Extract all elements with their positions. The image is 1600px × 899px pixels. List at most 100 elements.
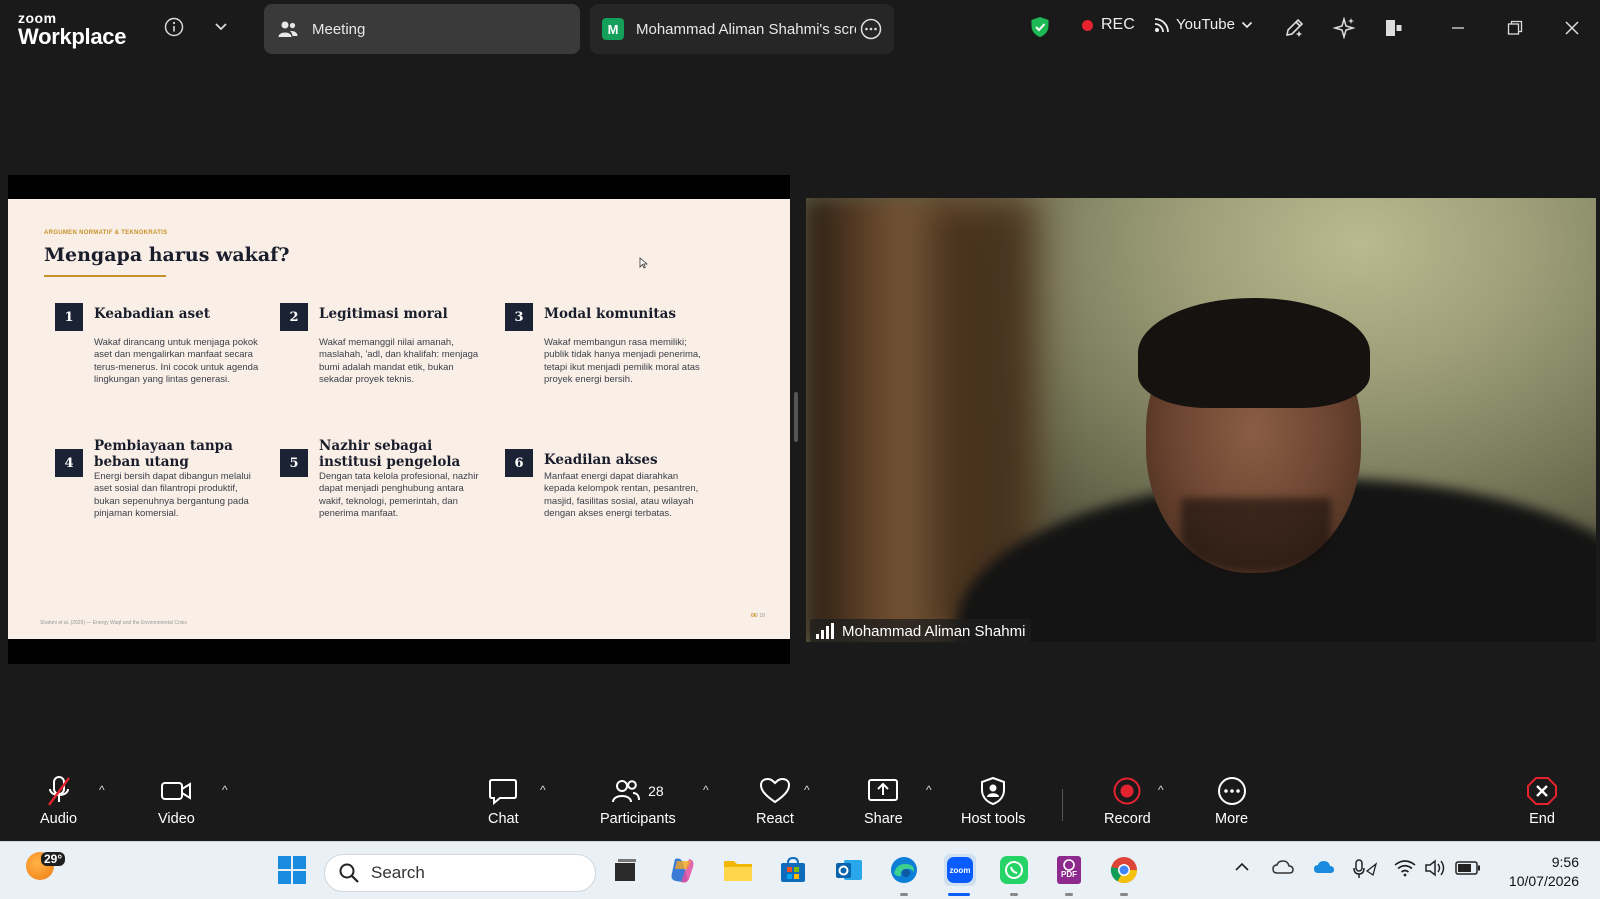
chevron-down-icon[interactable] (208, 14, 234, 40)
search-placeholder: Search (371, 863, 425, 882)
record-options-caret[interactable]: ^ (1158, 783, 1164, 797)
recording-dot-icon (1082, 19, 1093, 31)
broadcast-icon (1154, 17, 1170, 33)
show-hidden-icons-chevron-icon[interactable] (1234, 859, 1250, 880)
video-button[interactable]: Video (158, 775, 195, 827)
audio-button[interactable]: Audio (40, 775, 77, 827)
people-icon (278, 20, 298, 38)
audio-options-caret[interactable]: ^ (99, 783, 105, 797)
slide-footer-citation: Shahmi et al. (2026) — Energy Waqf and t… (40, 620, 187, 626)
video-options-caret[interactable]: ^ (222, 783, 228, 797)
slide-kicker: ARGUMEN NORMATIF & TEKNOKRATIS (44, 230, 168, 236)
wifi-icon[interactable] (1394, 859, 1416, 882)
presentation-slide: ARGUMEN NORMATIF & TEKNOKRATIS Mengapa h… (8, 199, 790, 639)
chat-label: Chat (488, 811, 519, 827)
record-button[interactable]: Record (1104, 775, 1151, 827)
edge-browser-icon[interactable] (888, 854, 920, 886)
microsoft-store-icon[interactable] (777, 854, 809, 886)
running-indicator (1065, 893, 1073, 896)
minimize-icon[interactable] (1444, 14, 1472, 42)
card-number: 6 (505, 449, 533, 477)
record-label: Record (1104, 811, 1151, 827)
recording-indicator[interactable]: REC (1082, 16, 1135, 34)
copilot-icon[interactable] (666, 854, 698, 886)
annotate-pen-icon[interactable] (1280, 14, 1308, 42)
weather-temperature[interactable]: 29° (41, 852, 66, 866)
shared-screen[interactable]: ARGUMEN NORMATIF & TEKNOKRATIS Mengapa h… (8, 175, 790, 664)
zoom-app-icon[interactable]: zoom (944, 854, 976, 886)
pdf-editor-icon[interactable]: PDF (1053, 854, 1085, 886)
share-screen-icon (867, 775, 899, 807)
heart-icon (759, 775, 791, 807)
svg-text:PDF: PDF (1061, 870, 1077, 879)
logo-brand-top: zoom (18, 10, 57, 26)
logo-brand-bottom: Workplace (18, 24, 127, 49)
split-view-resize-handle[interactable] (794, 392, 798, 442)
slide-title: Mengapa harus wakaf? (44, 244, 290, 266)
participant-video[interactable] (806, 198, 1596, 642)
cloud-sync-icon[interactable] (1272, 859, 1294, 880)
more-options-icon[interactable] (860, 18, 882, 40)
toolbar-separator (1062, 789, 1063, 821)
onedrive-icon[interactable] (1313, 859, 1335, 880)
battery-icon[interactable] (1455, 861, 1481, 880)
active-app-indicator (948, 893, 970, 896)
clock-time: 9:56 (1551, 854, 1579, 870)
taskbar-search-input[interactable]: Search (324, 854, 596, 892)
slide-page-total: / 18 (756, 613, 765, 619)
task-view-icon[interactable] (609, 854, 641, 886)
react-button[interactable]: React (756, 775, 794, 827)
muted-microphone-icon (44, 775, 74, 807)
whatsapp-icon[interactable] (998, 854, 1030, 886)
clock-date: 10/07/2026 (1508, 873, 1579, 889)
microphone-in-use-icon[interactable] (1352, 859, 1378, 884)
title-bar: zoom Workplace Meeting M Mohammad Aliman… (0, 0, 1600, 56)
react-options-caret[interactable]: ^ (804, 783, 810, 797)
card-text: Wakaf memanggil nilai amanah, maslahah, … (319, 337, 479, 386)
tab-screen-share-label: Mohammad Aliman Shahmi's scre (636, 20, 856, 38)
end-label: End (1529, 811, 1555, 827)
signal-strength-icon (816, 623, 836, 639)
restore-icon[interactable] (1501, 14, 1529, 42)
windows-start-icon[interactable] (276, 854, 308, 886)
outlook-icon[interactable] (833, 854, 865, 886)
chat-options-caret[interactable]: ^ (540, 783, 546, 797)
zoom-workplace-logo: zoom Workplace (18, 11, 126, 48)
participants-options-caret[interactable]: ^ (703, 783, 709, 797)
file-explorer-icon[interactable] (722, 854, 754, 886)
view-layout-icon[interactable] (1380, 14, 1408, 42)
host-shield-icon (979, 775, 1007, 807)
card-title: Keadilan akses (544, 452, 658, 468)
volume-icon[interactable] (1424, 859, 1446, 882)
tab-meeting[interactable]: Meeting (264, 4, 580, 54)
chrome-browser-icon[interactable] (1108, 854, 1140, 886)
info-icon[interactable] (161, 14, 187, 40)
react-label: React (756, 811, 794, 827)
chat-button[interactable]: Chat (488, 775, 519, 827)
more-button[interactable]: More (1215, 775, 1248, 827)
more-ellipsis-icon (1217, 775, 1247, 807)
mouse-cursor-icon (639, 256, 649, 274)
svg-text:zoom: zoom (950, 866, 971, 875)
card-text: Wakaf dirancang untuk menjaga pokok aset… (94, 337, 259, 386)
ai-companion-icon[interactable] (1330, 14, 1358, 42)
encryption-shield-icon[interactable] (1028, 14, 1052, 40)
host-tools-button[interactable]: Host tools (961, 775, 1025, 827)
participant-initial-badge: M (602, 18, 624, 40)
share-options-caret[interactable]: ^ (926, 783, 932, 797)
system-clock[interactable]: 9:56 10/07/2026 (1497, 853, 1579, 891)
tab-meeting-label: Meeting (312, 20, 366, 38)
close-icon[interactable] (1558, 14, 1586, 42)
tab-screen-share[interactable]: M Mohammad Aliman Shahmi's scre (590, 4, 894, 54)
share-button[interactable]: Share (864, 775, 903, 827)
running-indicator (1120, 893, 1128, 896)
running-indicator (900, 893, 908, 896)
end-meeting-button[interactable]: End (1526, 775, 1558, 827)
audio-label: Audio (40, 811, 78, 827)
participants-count: 28 (648, 783, 664, 799)
chat-bubble-icon (488, 775, 518, 807)
livestream-indicator[interactable]: YouTube (1154, 16, 1253, 33)
participants-button[interactable]: 28 Participants (600, 775, 676, 827)
card-number: 2 (280, 303, 308, 331)
participant-beard (1181, 498, 1331, 573)
